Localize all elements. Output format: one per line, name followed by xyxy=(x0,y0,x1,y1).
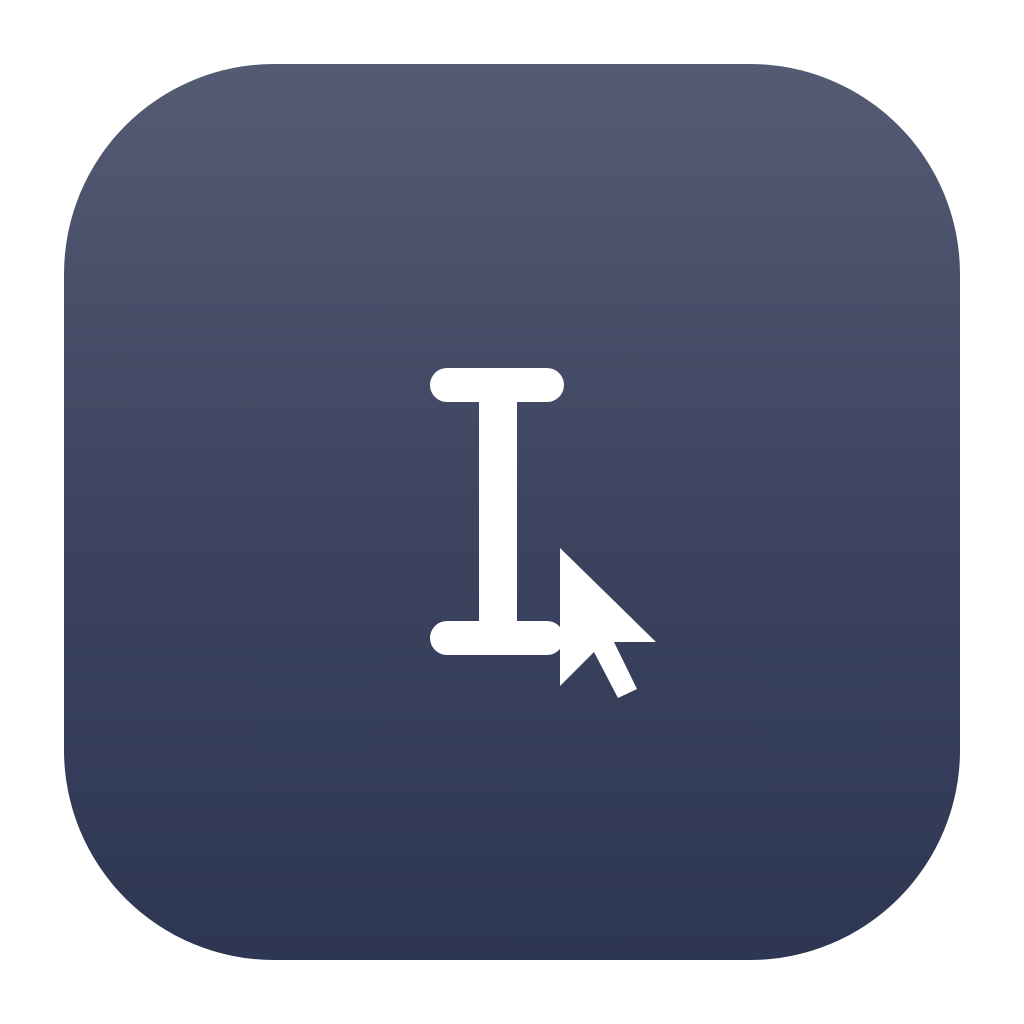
i-beam-bottom-bar xyxy=(430,621,564,655)
i-beam-stem xyxy=(479,390,517,630)
canvas xyxy=(0,0,1024,1024)
arrow-pointer-shape xyxy=(560,548,656,698)
i-beam-cursor-icon xyxy=(430,368,564,655)
arrow-pointer-icon xyxy=(560,548,656,698)
app-icon-glyph xyxy=(430,368,656,698)
